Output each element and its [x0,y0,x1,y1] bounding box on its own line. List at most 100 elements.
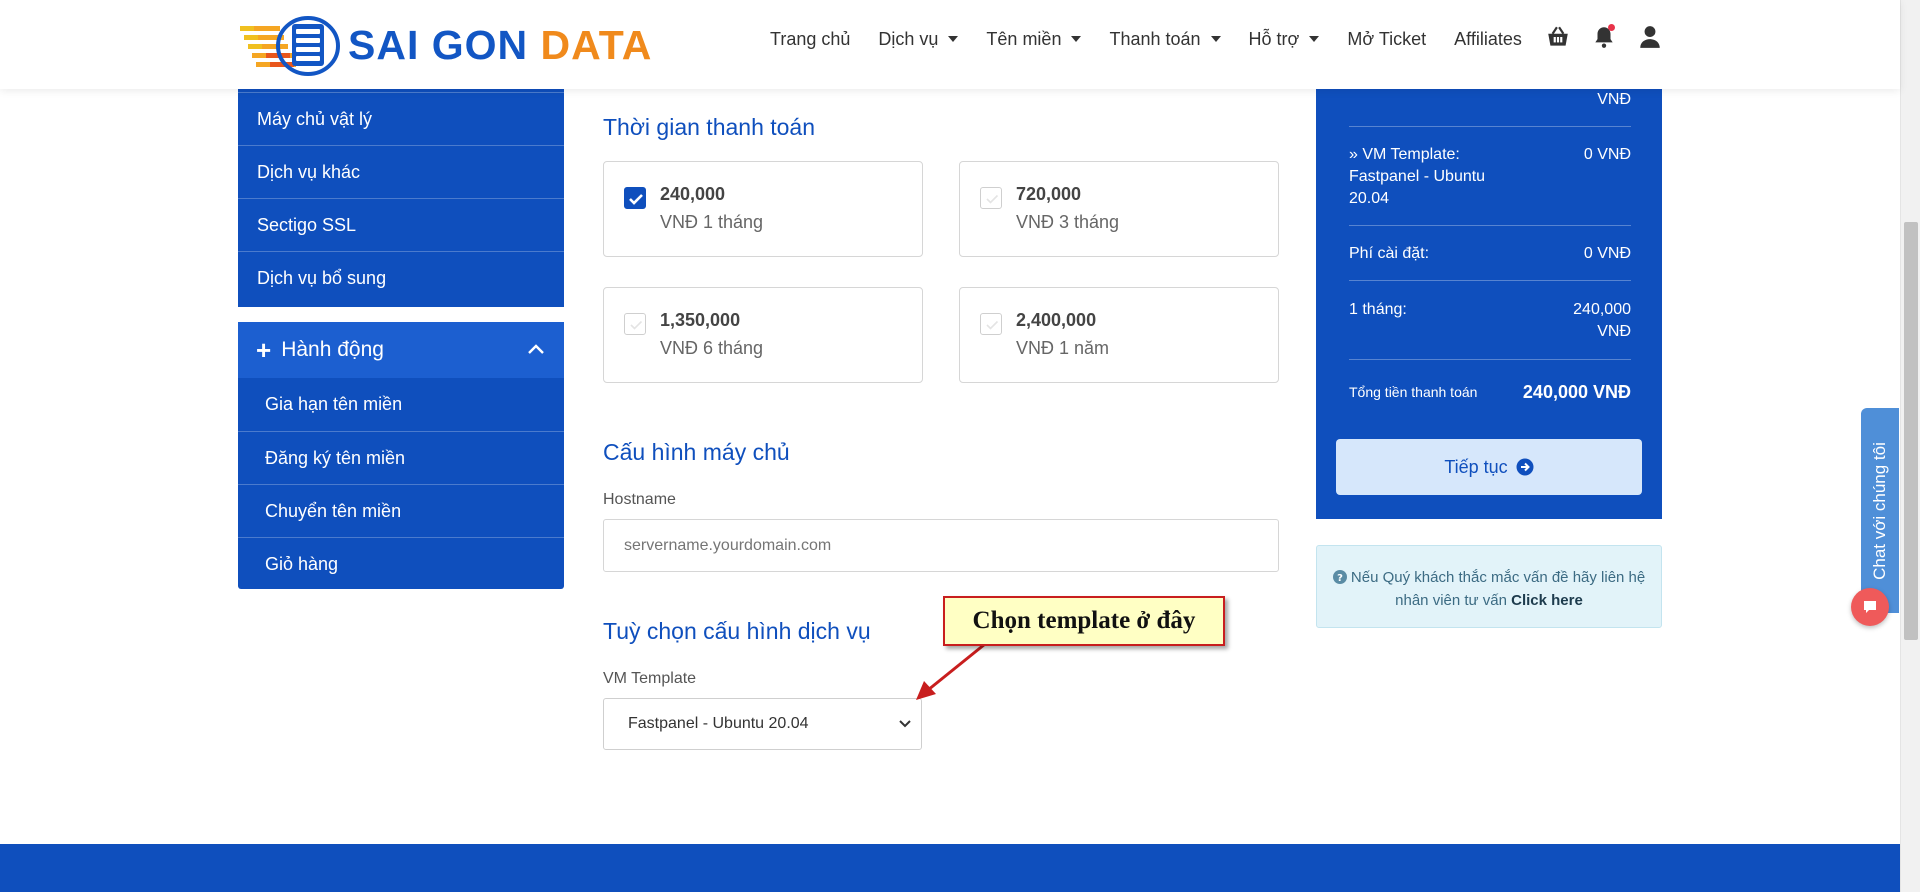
vm-template-selected-value: Fastpanel - Ubuntu 20.04 [628,715,809,732]
nav-affiliates[interactable]: Affiliates [1454,29,1522,50]
billing-amount: 240,000 [660,184,726,204]
nav-services[interactable]: Dịch vụ [878,28,959,50]
summary-total-value: 240,000 VNĐ [1522,382,1631,402]
checkbox-icon[interactable] [624,313,646,335]
actions-panel-header[interactable]: + Hành động [238,322,564,378]
actions-title: Hành động [281,338,384,361]
order-summary-panel: VNĐ » VM Template: Fastpanel - Ubuntu 20… [1316,89,1662,519]
summary-divider [1349,359,1631,360]
sidebar-item-addons[interactable]: Dịch vụ bổ sung [238,251,564,304]
nav-open-ticket[interactable]: Mở Ticket [1347,29,1426,50]
summary-vm-value: 0 VNĐ [1583,146,1631,163]
arrow-circle-right-icon [1516,458,1534,476]
nav-home-label: Trang chủ [770,28,851,49]
nav-billing-label: Thanh toán [1109,28,1201,49]
billing-amount: 1,350,000 [660,310,741,330]
billing-period: VNĐ 6 tháng [660,338,764,358]
billing-period: VNĐ 1 tháng [660,212,764,232]
checkbox-icon[interactable] [980,313,1002,335]
svg-text:?: ? [1337,573,1343,584]
main-nav: Trang chủ Dịch vụ Tên miền Thanh toán Hỗ… [770,0,1550,78]
sidebar-action-label: Đăng ký tên miền [265,447,406,468]
nav-services-label: Dịch vụ [878,28,939,49]
nav-support[interactable]: Hỗ trợ [1249,29,1320,50]
summary-vm-key: » VM Template: Fastpanel - Ubuntu 20.04 [1349,146,1486,207]
page-scrollbar[interactable] [1900,0,1920,892]
sidebar-action-transfer-domain[interactable]: Chuyển tên miền [238,484,564,537]
billing-option-1-month[interactable]: 240,000 VNĐ 1 tháng [603,161,923,257]
caret-down-icon [948,36,959,42]
sidebar-action-renew-domain[interactable]: Gia hạn tên miền [238,378,564,431]
sidebar-action-label: Gia hạn tên miền [265,394,403,414]
chat-tab-label: Chat với chúng tôi [1870,441,1889,580]
caret-down-icon [1071,36,1082,42]
help-text: Nếu Quý khách thắc mắc vấn đề hãy liên h… [1350,569,1646,609]
notification-dot [1608,24,1615,31]
logo-word-data: DATA [540,22,653,68]
continue-button[interactable]: Tiếp tục [1336,439,1642,495]
sidebar-item-sectigo-ssl[interactable]: Sectigo SSL [238,198,564,251]
nav-affiliates-label: Affiliates [1454,28,1522,49]
sidebar-item-label: Máy chủ vật lý [257,108,373,129]
config-options-title: Tuỳ chọn cấu hình dịch vụ [603,618,871,644]
hostname-label: Hostname [603,491,676,508]
nav-domains[interactable]: Tên miền [986,28,1082,50]
summary-divider [1349,280,1631,281]
billing-period: VNĐ 1 năm [1016,338,1110,358]
sidebar-item-label: Dịch vụ khác [257,161,361,182]
sidebar-item-label: Dịch vụ bổ sung [257,267,387,288]
chevron-up-icon[interactable] [528,344,544,354]
chat-tab[interactable]: Chat với chúng tôi [1861,408,1899,613]
summary-divider [1349,225,1631,226]
server-logo-icon [240,16,340,76]
billing-amount: 2,400,000 [1016,310,1097,330]
logo-word-saigon: SAI GON [348,22,529,68]
checkbox-checked-icon[interactable] [624,187,646,209]
caret-down-icon [1210,36,1221,42]
sidebar-action-register-domain[interactable]: Đăng ký tên miền [238,431,564,484]
billing-option-3-months[interactable]: 720,000 VNĐ 3 tháng [959,161,1279,257]
server-config-title: Cấu hình máy chủ [603,439,790,465]
checkbox-icon[interactable] [980,187,1002,209]
continue-button-label: Tiếp tục [1444,456,1508,477]
billing-option-6-months[interactable]: 1,350,000 VNĐ 6 tháng [603,287,923,383]
nav-domains-label: Tên miền [986,28,1062,49]
summary-month-key: 1 tháng: [1349,301,1407,318]
sidebar-categories: Máy chủ vật lý Dịch vụ khác Sectigo SSL … [238,89,564,307]
chat-icon [1864,601,1876,613]
bell-icon[interactable] [1591,24,1617,50]
logo-text: SAI GON DATA [348,22,652,69]
annotation-callout: Chọn template ở đây [943,596,1225,646]
summary-top-value: VNĐ [1597,91,1631,108]
nav-support-label: Hỗ trợ [1248,28,1300,49]
plus-icon: + [256,335,272,365]
header-icons [1545,24,1663,50]
sidebar-item-other-services[interactable]: Dịch vụ khác [238,145,564,198]
hostname-input[interactable] [603,519,1279,572]
sidebar-actions: + Hành động Gia hạn tên miền Đăng ký tên… [238,322,564,589]
vm-template-label: VM Template [603,670,697,687]
site-footer [0,844,1900,892]
scrollbar-thumb[interactable] [1904,222,1918,640]
help-link[interactable]: Click here [1511,592,1583,609]
nav-billing[interactable]: Thanh toán [1109,28,1221,50]
help-box: ? Nếu Quý khách thắc mắc vấn đề hãy liên… [1316,545,1662,628]
nav-open-ticket-label: Mở Ticket [1347,28,1427,49]
site-header: SAI GON DATA Trang chủ Dịch vụ Tên miền … [0,0,1900,89]
user-icon[interactable] [1637,24,1663,50]
sidebar-action-cart[interactable]: Giỏ hàng [238,537,564,590]
billing-cycle-title: Thời gian thanh toán [603,114,816,140]
nav-home[interactable]: Trang chủ [770,29,850,50]
chat-bubble-button[interactable] [1851,588,1889,626]
basket-icon[interactable] [1545,24,1571,50]
saigondata-logo[interactable]: SAI GON DATA [240,10,651,80]
summary-month-value: 240,000 VNĐ [1573,301,1631,340]
sidebar-item-dedicated-server[interactable]: Máy chủ vật lý [238,92,564,145]
question-circle-icon: ? [1332,570,1347,584]
vm-template-select[interactable]: Fastpanel - Ubuntu 20.04 [603,698,922,750]
billing-option-1-year[interactable]: 2,400,000 VNĐ 1 năm [959,287,1279,383]
summary-setup-value: 0 VNĐ [1583,245,1631,262]
sidebar-action-label: Chuyển tên miền [265,500,402,521]
summary-setup-key: Phí cài đặt: [1349,245,1430,262]
billing-period: VNĐ 3 tháng [1016,212,1120,232]
